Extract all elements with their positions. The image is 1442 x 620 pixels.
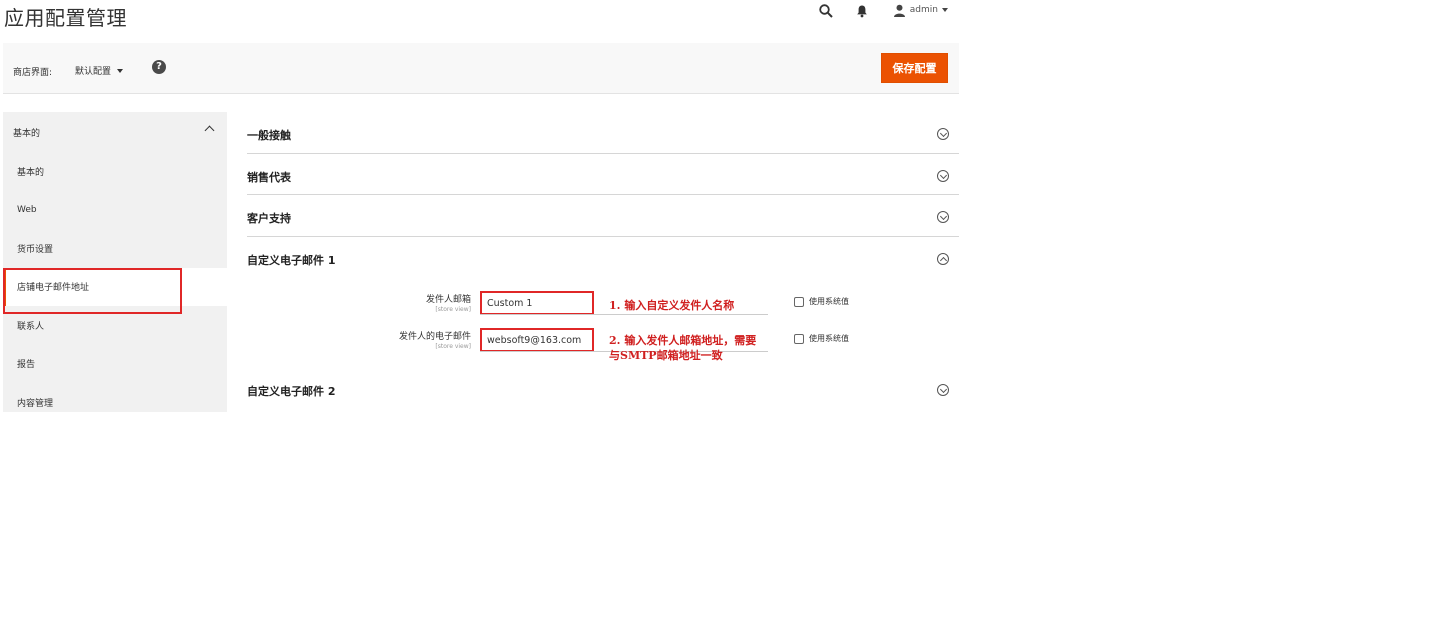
group-title: 自定义电子邮件 1 [247,253,336,267]
scope-label: 商店界面: [13,68,53,78]
sidebar-section-label: 基本的 [13,129,41,139]
use-system-label: 使用系统值 [809,334,849,343]
expand-circle-icon [937,128,949,140]
use-system-label: 使用系统值 [809,297,849,306]
sidebar-item-label: 联系人 [17,321,45,332]
collapse-circle-icon [937,252,949,265]
sidebar-item-content[interactable]: 内容管理 [3,383,227,422]
scope-bar: 商店界面: 默认配置 ? 保存配置 [3,43,959,94]
chevron-down-icon [942,8,948,12]
annotation-step-1: 1. 输入自定义发件人名称 [609,299,735,312]
use-system-value-1[interactable]: 使用系统值 [794,296,849,307]
sidebar-item-general[interactable]: 基本的 [3,152,227,191]
group-title: 销售代表 [247,170,291,184]
sidebar-item-store-email[interactable]: 店铺电子邮件地址 [3,267,227,306]
scope-hint: [store view] [435,306,471,313]
top-actions: admin [819,2,948,18]
config-sidebar: 基本的 基本的 Web 货币设置 店铺电子邮件地址 联系人 报告 内容管理 [3,112,227,412]
group-title: 客户支持 [247,212,291,225]
expand-circle-icon [937,211,949,223]
user-icon [893,4,906,17]
page-title: 应用配置管理 [4,6,127,30]
chevron-down-icon [117,68,124,73]
sidebar-item-label: Web [17,204,37,215]
sidebar-item-web[interactable]: Web [3,191,227,230]
use-system-checkbox[interactable] [794,333,804,344]
config-main: 一般接触 销售代表 客户支持 自定义电子邮件 1 [247,112,959,278]
annotation-step-2-line2: 与SMTP邮箱地址一致 [609,349,723,362]
notifications-bell-icon[interactable] [855,3,869,18]
use-system-value-2[interactable]: 使用系统值 [794,333,849,344]
sidebar-item-label: 店铺电子邮件地址 [17,283,90,294]
search-icon[interactable] [819,3,833,18]
sender-name-row: 发件人邮箱 [store view] 使用系统值 [247,291,959,321]
group-title: 一般接触 [247,129,291,142]
group-custom-email-1[interactable]: 自定义电子邮件 1 [247,237,959,279]
scope-switcher[interactable]: 默认配置 [75,64,124,77]
user-menu[interactable]: admin [893,4,948,17]
use-system-checkbox[interactable] [794,296,804,307]
sidebar-item-label: 报告 [17,360,36,371]
scope-hint: [store view] [435,343,471,350]
username: admin [909,5,938,15]
group-custom-email-2[interactable]: 自定义电子邮件 2 [247,368,959,410]
sender-email-label: 发件人的电子邮件 [store view] [398,332,471,350]
sender-email-input[interactable] [480,328,594,352]
help-icon[interactable]: ? [152,60,166,74]
save-config-button[interactable]: 保存配置 [881,53,948,83]
scope-value: 默认配置 [75,67,112,77]
annotation-step-2-line1: 2. 输入发件人邮箱地址，需要 [609,334,757,347]
sidebar-item-reports[interactable]: 报告 [3,345,227,384]
expand-circle-icon [937,384,949,396]
chevron-up-icon [204,125,215,136]
sidebar-item-label: 货币设置 [17,244,54,255]
sidebar-section-general[interactable]: 基本的 [3,112,227,152]
group-sales-rep[interactable]: 销售代表 [247,154,959,195]
group-title: 自定义电子邮件 2 [247,385,336,398]
group-general-contact[interactable]: 一般接触 [247,112,959,154]
input-underline [480,314,768,315]
sidebar-item-label: 基本的 [17,167,45,178]
sender-email-row: 发件人的电子邮件 [store view] 使用系统值 [247,328,959,358]
sidebar-item-label: 内容管理 [17,398,54,409]
group-customer-support[interactable]: 客户支持 [247,195,959,237]
expand-circle-icon [937,169,949,182]
sidebar-item-currency[interactable]: 货币设置 [3,229,227,268]
sender-name-label: 发件人邮箱 [store view] [425,295,471,313]
sidebar-item-contacts[interactable]: 联系人 [3,306,227,345]
sender-name-input[interactable] [480,291,594,315]
